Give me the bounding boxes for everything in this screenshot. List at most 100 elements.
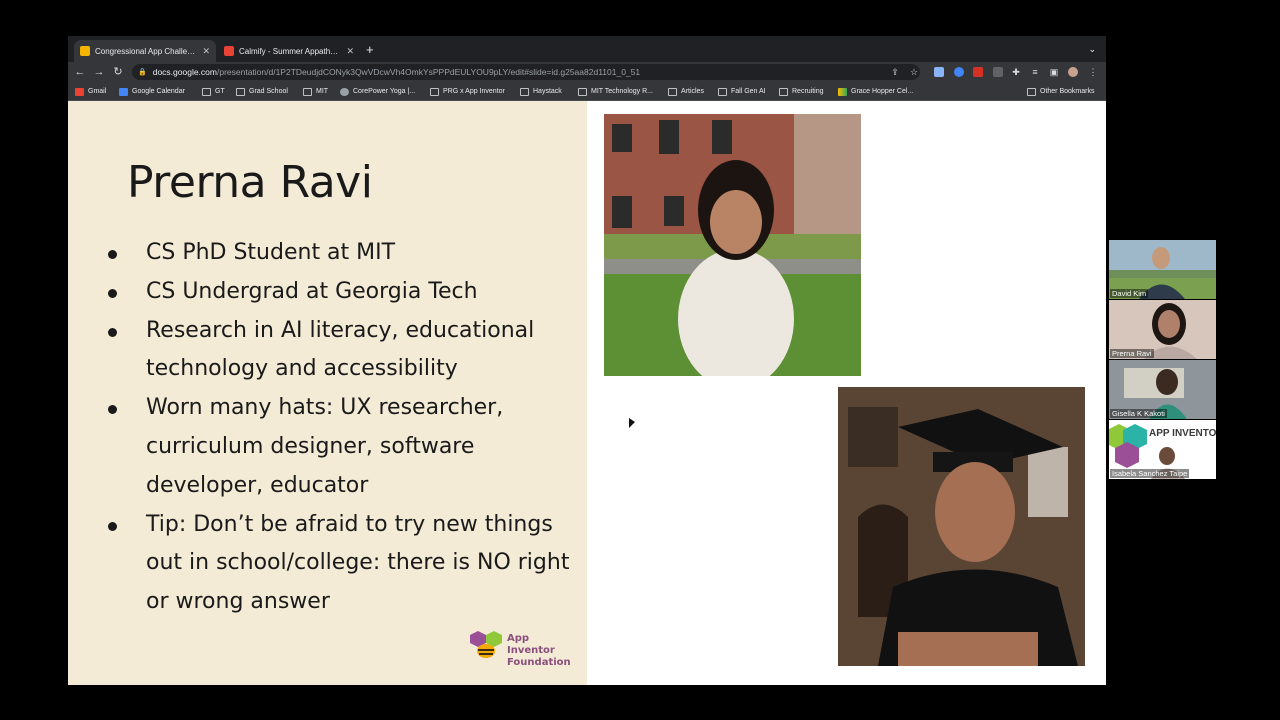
address-bar[interactable]: 🔒 docs.google.com /presentation/d/1P2TDe… — [132, 64, 920, 80]
logo-text: App Inventor Foundation — [507, 633, 579, 669]
browser-toolbar: ← → ↻ 🔒 docs.google.com /presentation/d/… — [68, 62, 1106, 82]
bullet-dot-icon — [108, 327, 117, 337]
bookmark-label: CorePower Yoga |... — [353, 88, 416, 95]
bookmark-label: Grad School — [249, 88, 288, 95]
bullet-dot-icon — [108, 521, 117, 531]
bookmark-articles[interactable]: Articles — [668, 86, 704, 97]
app-inventor-foundation-logo: App Inventor Foundation — [469, 629, 579, 668]
bookmark-fall-gen-ai[interactable]: Fall Gen AI — [718, 86, 766, 97]
mouse-cursor-icon — [629, 418, 635, 428]
folder-icon — [779, 87, 788, 96]
bookmark-label: MIT — [316, 88, 329, 95]
gmail-icon — [75, 87, 84, 96]
bullet-text: Worn many hats: UX researcher, curriculu… — [146, 395, 504, 498]
slide-text-panel: Prerna Ravi CS PhD Student at MIT CS Und… — [68, 101, 587, 685]
reading-list-icon[interactable]: ≡ — [1028, 65, 1042, 79]
participant-tile[interactable]: David Kim — [1109, 240, 1216, 299]
bullet-text: CS PhD Student at MIT — [146, 240, 396, 265]
url-host: docs.google.com — [152, 67, 217, 77]
graduation-photo — [838, 387, 1085, 666]
bookmark-mit[interactable]: MIT — [303, 86, 328, 97]
bookmark-haystack[interactable]: Haystack — [520, 86, 562, 97]
globe-icon — [340, 87, 349, 96]
slide-viewport: Prerna Ravi CS PhD Student at MIT CS Und… — [68, 101, 1106, 685]
bullet-dot-icon — [108, 288, 117, 298]
folder-icon — [718, 87, 727, 96]
extension-gear-icon[interactable] — [934, 67, 944, 77]
forward-arrow-icon[interactable]: → — [92, 65, 106, 79]
url-path: /presentation/d/1P2TDeudjdCONyk3QwVDcwVh… — [216, 67, 641, 77]
logo-line-1: App Inventor — [507, 633, 555, 656]
campus-photo — [604, 114, 861, 376]
bookmark-gmail[interactable]: Gmail — [75, 86, 106, 97]
folder-icon — [1027, 87, 1036, 96]
bookmark-corepower-yoga[interactable]: CorePower Yoga |... — [340, 86, 415, 97]
bookmark-label: Fall Gen AI — [731, 88, 766, 95]
browser-menu-icon[interactable]: ⋮ — [1086, 65, 1100, 79]
close-tab-icon[interactable]: ✕ — [346, 46, 354, 57]
bullet-dot-icon — [108, 250, 117, 259]
share-icon[interactable]: ⇪ — [888, 65, 902, 79]
bookmark-label: Gmail — [88, 88, 107, 95]
video-participants-panel: David Kim Prerna Ravi Gisella K Kakoti A… — [1109, 240, 1216, 480]
tab-congressional-app-challenge[interactable]: Congressional App Challenge - ✕ — [74, 40, 216, 62]
bookmark-label: Grace Hopper Cel... — [851, 88, 914, 95]
participant-name: Prerna Ravi — [1110, 349, 1154, 358]
participant-tile[interactable]: Prerna Ravi — [1109, 300, 1216, 359]
folder-icon — [668, 87, 677, 96]
other-bookmarks[interactable]: Other Bookmarks — [1027, 86, 1094, 97]
participant-name: Gisella K Kakoti — [1110, 409, 1167, 418]
bookmark-star-icon[interactable]: ☆ — [907, 65, 921, 79]
tab-title: Congressional App Challenge - — [95, 46, 197, 56]
participant-name: David Kim — [1110, 289, 1149, 298]
lock-icon: 🔒 — [138, 69, 147, 76]
graduation-photo-illustration — [838, 387, 1085, 666]
svg-text:APP INVENTO: APP INVENTO — [1149, 428, 1216, 439]
bullet-text: Tip: Don’t be afraid to try new things o… — [146, 511, 570, 615]
bullet-text: Research in AI literacy, educational tec… — [146, 317, 535, 382]
extension-square-icon[interactable] — [993, 67, 1003, 77]
back-arrow-icon[interactable]: ← — [73, 65, 87, 79]
bookmark-label: Haystack — [533, 88, 562, 95]
folder-icon — [430, 87, 439, 96]
bullet-list: CS PhD Student at MIT CS Undergrad at Ge… — [108, 234, 578, 622]
profile-avatar[interactable] — [1068, 67, 1078, 77]
bullet-item: CS PhD Student at MIT — [108, 234, 578, 273]
youtube-favicon-icon — [224, 46, 234, 56]
bookmark-google-calendar[interactable]: Google Calendar — [119, 86, 185, 97]
tab-calmify[interactable]: Calmify - Summer Appathon 2 ✕ — [218, 40, 360, 62]
extensions-puzzle-icon[interactable]: ✚ — [1009, 65, 1023, 79]
bookmark-mit-technology-review[interactable]: MIT Technology R... — [578, 86, 653, 97]
ghc-icon — [838, 87, 847, 96]
bookmark-grad-school[interactable]: Grad School — [236, 86, 288, 97]
new-tab-button[interactable]: + — [366, 42, 374, 58]
folder-icon — [303, 87, 312, 96]
bookmark-gt[interactable]: GT — [202, 86, 225, 97]
bullet-item: Tip: Don’t be afraid to try new things o… — [108, 506, 578, 622]
tab-strip: Congressional App Challenge - ✕ Calmify … — [68, 36, 1106, 62]
bookmark-label: Recruiting — [792, 88, 824, 95]
participant-tile[interactable]: Gisella K Kakoti — [1109, 360, 1216, 419]
folder-icon — [236, 87, 245, 96]
folder-icon — [578, 87, 587, 96]
side-panel-icon[interactable]: ▣ — [1047, 65, 1061, 79]
extension-shield-icon[interactable] — [954, 67, 964, 77]
bookmark-recruiting[interactable]: Recruiting — [779, 86, 824, 97]
bookmark-label: GT — [215, 88, 225, 95]
bookmark-grace-hopper[interactable]: Grace Hopper Cel... — [838, 86, 913, 97]
extension-tp-icon[interactable] — [973, 67, 983, 77]
bookmark-prg-app-inventor[interactable]: PRG x App Inventor — [430, 86, 505, 97]
bullet-dot-icon — [108, 405, 117, 415]
bookmark-label: MIT Technology R... — [591, 88, 653, 95]
logo-line-2: Foundation — [507, 657, 571, 668]
slide-title: Prerna Ravi — [127, 157, 373, 208]
reload-icon[interactable]: ↻ — [111, 65, 125, 79]
tab-title: Calmify - Summer Appathon 2 — [239, 46, 341, 56]
participant-tile[interactable]: APP INVENTO Isabela Sanchez Taipe — [1109, 420, 1216, 479]
slides-favicon-icon — [80, 46, 90, 56]
close-tab-icon[interactable]: ✕ — [202, 46, 210, 57]
bookmark-label: PRG x App Inventor — [443, 88, 505, 95]
participant-name: Isabela Sanchez Taipe — [1110, 469, 1190, 478]
tab-search-chevron-icon[interactable]: ⌄ — [1088, 44, 1096, 55]
folder-icon — [520, 87, 529, 96]
